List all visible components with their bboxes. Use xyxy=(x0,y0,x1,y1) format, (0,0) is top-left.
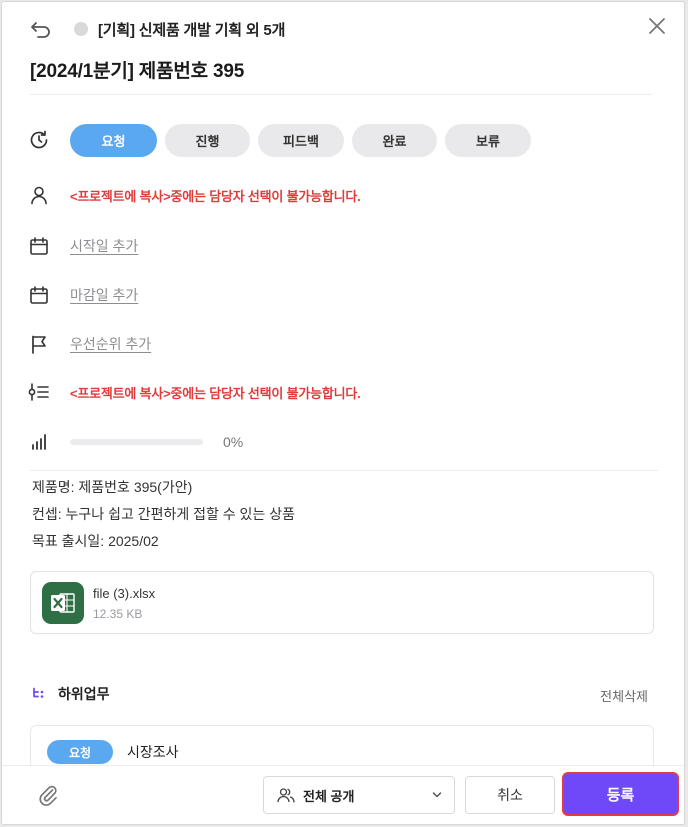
calendar-icon xyxy=(26,282,52,308)
calendar-icon xyxy=(26,233,52,259)
progress-slider[interactable] xyxy=(70,439,203,445)
attachment-name[interactable]: file (3).xlsx xyxy=(93,586,155,601)
close-icon xyxy=(649,18,665,34)
breadcrumb[interactable]: [기획] 신제품 개발 기획 외 5개 xyxy=(98,19,285,40)
status-pill-progress[interactable]: 진행 xyxy=(165,123,250,157)
status-dot xyxy=(74,22,88,36)
flag-icon xyxy=(26,331,52,357)
progress-row: 0% xyxy=(26,425,243,459)
assignee-notice: <프로젝트에 복사>중에는 담당자 선택이 불가능합니다. xyxy=(70,188,361,204)
description-line[interactable]: 제품명: 제품번호 395(가안) xyxy=(32,477,192,497)
description-line[interactable]: 컨셉: 누구나 쉽고 간편하게 접할 수 있는 상품 xyxy=(32,504,295,524)
due-date-row: 마감일 추가 xyxy=(26,278,138,312)
status-row: 요청 진행 피드백 완료 보류 xyxy=(26,123,539,157)
submit-button[interactable]: 등록 xyxy=(562,772,679,816)
start-date-row: 시작일 추가 xyxy=(26,229,138,263)
clock-status-icon xyxy=(26,127,52,153)
undo-arrow-icon xyxy=(31,22,50,38)
task-editor-panel: [기획] 신제품 개발 기획 외 5개 [2024/1분기] 제품번호 395 … xyxy=(1,1,685,825)
signal-bars-icon xyxy=(26,429,52,455)
slider-list-icon xyxy=(26,379,52,405)
chevron-down-icon xyxy=(432,792,442,798)
status-pill-hold[interactable]: 보류 xyxy=(445,123,531,157)
status-pill-complete[interactable]: 완료 xyxy=(352,123,437,157)
page-title[interactable]: [2024/1분기] 제품번호 395 xyxy=(30,56,244,83)
subtask-status-badge[interactable]: 요청 xyxy=(47,740,113,764)
add-due-date-link[interactable]: 마감일 추가 xyxy=(70,285,138,305)
status-pill-group: 요청 진행 피드백 완료 보류 xyxy=(70,123,539,157)
paperclip-icon xyxy=(39,785,57,806)
subtask-header: 하위업무 xyxy=(32,684,110,704)
filter-row: <프로젝트에 복사>중에는 담당자 선택이 불가능합니다. xyxy=(26,375,361,409)
attachment-size: 12.35 KB xyxy=(93,607,143,621)
visibility-label: 전체 공개 xyxy=(303,788,355,804)
close-button[interactable] xyxy=(646,15,668,37)
progress-percent: 0% xyxy=(223,434,244,450)
attach-file-button[interactable] xyxy=(36,783,60,807)
priority-row: 우선순위 추가 xyxy=(26,327,151,361)
subtask-title: 하위업무 xyxy=(58,686,110,702)
add-start-date-link[interactable]: 시작일 추가 xyxy=(70,236,138,256)
divider xyxy=(30,470,658,471)
divider xyxy=(30,94,652,95)
delete-all-subtasks-button[interactable]: 전체삭제 xyxy=(600,686,648,705)
cancel-button[interactable]: 취소 xyxy=(465,776,555,814)
footer-bar: 전체 공개 취소 등록 xyxy=(2,765,684,824)
visibility-select[interactable]: 전체 공개 xyxy=(263,776,455,814)
header-row: [기획] 신제품 개발 기획 외 5개 xyxy=(28,16,285,42)
back-button[interactable] xyxy=(28,16,54,42)
person-icon xyxy=(26,182,52,208)
description-line[interactable]: 목표 출시일: 2025/02 xyxy=(32,531,159,551)
attachment-card[interactable]: file (3).xlsx 12.35 KB xyxy=(30,571,654,634)
subtask-icon xyxy=(33,687,44,698)
assignee-row: <프로젝트에 복사>중에는 담당자 선택이 불가능합니다. xyxy=(26,178,361,212)
status-pill-request[interactable]: 요청 xyxy=(70,123,157,157)
add-priority-link[interactable]: 우선순위 추가 xyxy=(70,334,151,354)
excel-icon xyxy=(42,582,84,624)
filter-notice: <프로젝트에 복사>중에는 담당자 선택이 불가능합니다. xyxy=(70,385,361,401)
people-icon xyxy=(277,788,295,803)
subtask-name[interactable]: 시장조사 xyxy=(127,742,179,762)
status-pill-feedback[interactable]: 피드백 xyxy=(258,123,344,157)
